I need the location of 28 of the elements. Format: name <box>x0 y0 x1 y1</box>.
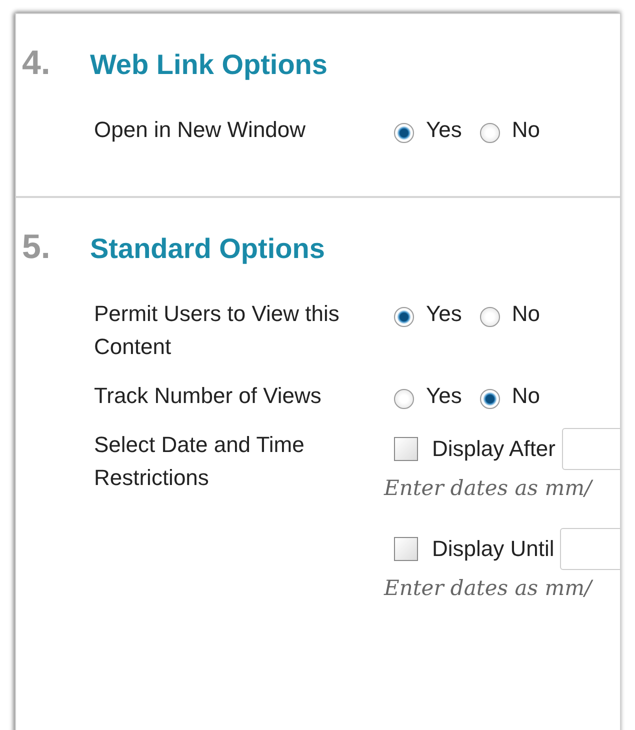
radio-label: Yes <box>426 382 462 408</box>
checkbox-label: Display Until <box>432 536 554 562</box>
radio-button[interactable] <box>480 122 500 142</box>
date-field[interactable] <box>560 528 620 570</box>
radio-button[interactable] <box>480 306 500 326</box>
option-label: Select Date and Time Restrictions <box>94 431 306 492</box>
checkbox[interactable] <box>394 437 418 461</box>
section-number: 5. <box>22 228 52 267</box>
radio-button[interactable] <box>480 388 500 408</box>
radio-label: No <box>512 116 540 142</box>
section-title: Standard Options <box>90 233 325 265</box>
radio-label: Yes <box>426 116 462 142</box>
radio-label: No <box>512 382 540 408</box>
checkbox-label: Display After <box>432 436 556 462</box>
checkbox[interactable] <box>394 537 418 561</box>
date-hint: Enter dates as mm/ <box>384 476 594 500</box>
radio-button[interactable] <box>394 306 414 326</box>
option-label: Permit Users to View this Content <box>94 300 340 361</box>
radio-button[interactable] <box>394 388 414 408</box>
section-title: Web Link Options <box>90 49 328 81</box>
date-field[interactable] <box>562 428 620 470</box>
option-label: Track Number of Views <box>94 382 322 410</box>
radio-button[interactable] <box>394 122 414 142</box>
radio-label: No <box>512 300 540 326</box>
radio-label: Yes <box>426 300 462 326</box>
section-number: 4. <box>22 44 52 83</box>
option-label: Open in New Window <box>94 116 307 144</box>
date-hint: Enter dates as mm/ <box>384 576 594 600</box>
